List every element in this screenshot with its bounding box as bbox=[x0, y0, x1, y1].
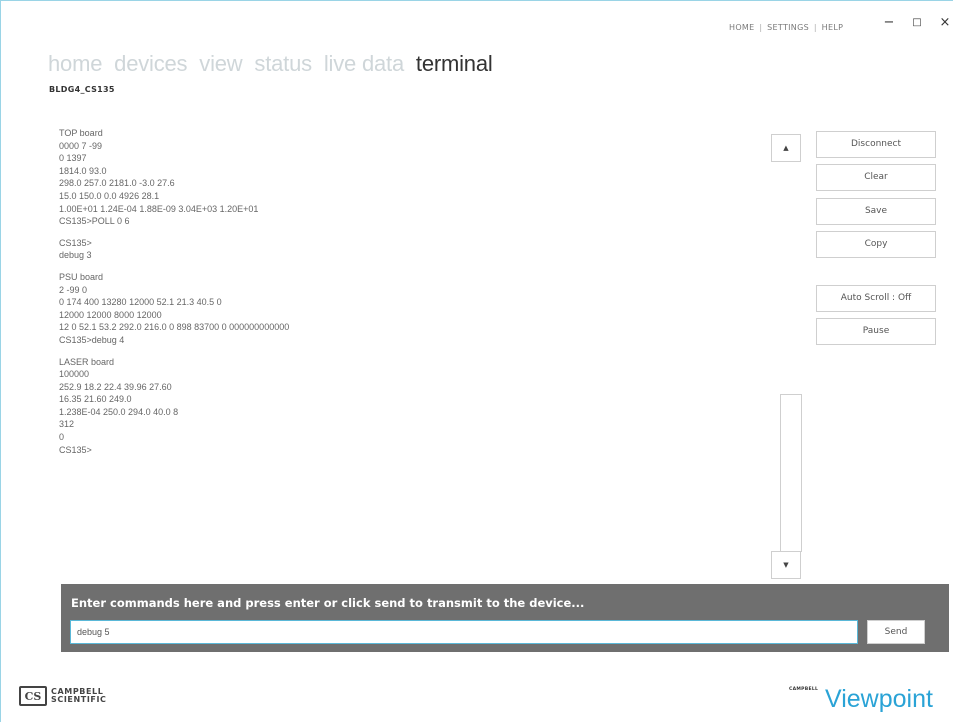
viewpoint-logo-small: CAMPBELL bbox=[789, 687, 819, 692]
tab-devices[interactable]: devices bbox=[114, 51, 187, 76]
send-button[interactable]: Send bbox=[867, 620, 925, 644]
save-button[interactable]: Save bbox=[816, 198, 936, 225]
terminal-line: 252.9 18.2 22.4 39.96 27.60 bbox=[59, 381, 172, 392]
terminal-line: PSU board bbox=[59, 271, 104, 282]
close-button[interactable]: × bbox=[935, 15, 953, 31]
terminal-line: CS135>debug 4 bbox=[59, 334, 125, 345]
pause-button[interactable]: Pause bbox=[816, 318, 936, 345]
disconnect-button[interactable]: Disconnect bbox=[816, 131, 936, 158]
campbell-scientific-logo: CS CAMPBELL SCIENTIFIC bbox=[19, 685, 107, 707]
terminal-line: CS135>POLL 0 6 bbox=[59, 216, 130, 227]
viewpoint-logo: CAMPBELL Viewpoint bbox=[789, 683, 933, 713]
top-links: HOME | SETTINGS | HELP bbox=[729, 23, 843, 32]
app-window: HOME | SETTINGS | HELP − □ × home device… bbox=[0, 0, 953, 722]
tab-terminal[interactable]: terminal bbox=[416, 51, 493, 76]
terminal-line: 100000 bbox=[59, 369, 90, 380]
device-name: BLDG4_CS135 bbox=[49, 85, 115, 94]
terminal-line: 16.35 21.60 249.0 bbox=[59, 394, 132, 405]
scrollbar-thumb[interactable] bbox=[780, 394, 802, 552]
terminal-line: 15.0 150.0 0.0 4926 28.1 bbox=[59, 190, 160, 201]
scroll-up-button[interactable]: ▲ bbox=[771, 134, 801, 162]
help-link[interactable]: HELP bbox=[822, 23, 844, 32]
tab-status[interactable]: status bbox=[254, 51, 312, 76]
home-link[interactable]: HOME bbox=[729, 23, 754, 32]
terminal-line: 1.00E+01 1.24E-04 1.88E-09 3.04E+03 1.20… bbox=[59, 203, 259, 214]
tab-view[interactable]: view bbox=[199, 51, 242, 76]
logo-line-2: SCIENTIFIC bbox=[51, 695, 107, 704]
terminal-line: 0 174 400 13280 12000 52.1 21.3 40.5 0 bbox=[59, 297, 222, 308]
terminal-line: 312 bbox=[59, 419, 75, 430]
terminal-line: 1.238E-04 250.0 294.0 40.0 8 bbox=[59, 406, 179, 417]
terminal-line: LASER board bbox=[59, 356, 115, 367]
cs-mark-icon: CS bbox=[19, 686, 47, 706]
main-nav: home devices view status live data termi… bbox=[48, 51, 499, 77]
auto-scroll-toggle[interactable]: Auto Scroll : Off bbox=[816, 285, 936, 312]
link-separator: | bbox=[759, 23, 763, 32]
scroll-down-button[interactable]: ▼ bbox=[771, 551, 801, 579]
command-input[interactable] bbox=[70, 620, 858, 644]
clear-button[interactable]: Clear bbox=[816, 164, 936, 191]
terminal-line: 298.0 257.0 2181.0 -3.0 27.6 bbox=[59, 178, 175, 189]
settings-link[interactable]: SETTINGS bbox=[767, 23, 809, 32]
terminal-line: 1814.0 93.0 bbox=[59, 165, 107, 176]
viewpoint-logo-text: Viewpoint bbox=[825, 685, 933, 713]
terminal-output[interactable]: TOP board 0000 7 -99 0 1397 1814.0 93.0 298.… bbox=[59, 127, 759, 582]
link-separator: | bbox=[813, 23, 817, 32]
command-panel: Enter commands here and press enter or c… bbox=[61, 584, 949, 652]
terminal-line: 0 1397 bbox=[59, 153, 87, 164]
arrow-up-icon: ▲ bbox=[783, 144, 789, 152]
minimize-button[interactable]: − bbox=[879, 15, 899, 31]
tab-home[interactable]: home bbox=[48, 51, 102, 76]
terminal-line: debug 3 bbox=[59, 250, 92, 261]
maximize-button[interactable]: □ bbox=[907, 15, 927, 31]
terminal-line: 0 bbox=[59, 432, 65, 443]
terminal-line: 12 0 52.1 53.2 292.0 216.0 0 898 83700 0… bbox=[59, 322, 290, 333]
terminal-line: 2 -99 0 bbox=[59, 284, 88, 295]
terminal-line: CS135> bbox=[59, 237, 92, 248]
command-instructions: Enter commands here and press enter or c… bbox=[71, 596, 585, 610]
terminal-line: 12000 12000 8000 12000 bbox=[59, 309, 162, 320]
terminal-line: CS135> bbox=[59, 444, 92, 455]
tab-live-data[interactable]: live data bbox=[324, 51, 404, 76]
terminal-line: TOP board bbox=[59, 128, 103, 138]
copy-button[interactable]: Copy bbox=[816, 231, 936, 258]
arrow-down-icon: ▼ bbox=[783, 561, 789, 569]
terminal-line: 0000 7 -99 bbox=[59, 140, 103, 151]
